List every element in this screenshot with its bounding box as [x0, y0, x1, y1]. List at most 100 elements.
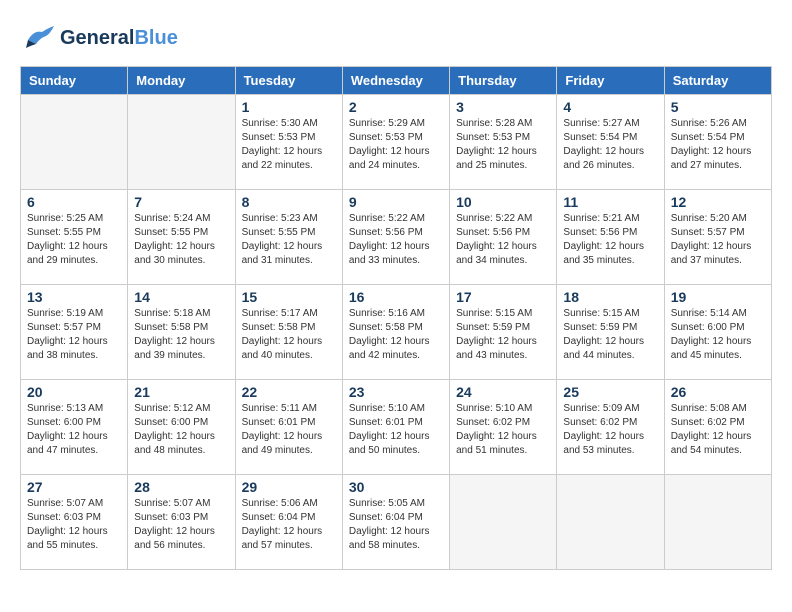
- calendar-cell: 27 Sunrise: 5:07 AM Sunset: 6:03 PM Dayli…: [21, 475, 128, 570]
- day-number: 18: [563, 289, 657, 305]
- day-info: Sunrise: 5:10 AM Sunset: 6:01 PM Dayligh…: [349, 402, 443, 458]
- day-header-tuesday: Tuesday: [235, 67, 342, 95]
- calendar-cell: 30Sunrise: 5:05 AM Sunset: 6:04 PM Dayli…: [342, 475, 449, 570]
- day-number: 1: [242, 99, 336, 115]
- calendar-cell: [21, 95, 128, 190]
- day-number: 14: [134, 289, 228, 305]
- day-info: Sunrise: 5:26 AM Sunset: 5:54 PM Dayligh…: [671, 117, 765, 173]
- day-number: 7: [134, 194, 228, 210]
- week-row-2: 13 Sunrise: 5:19 AM Sunset: 5:57 PM Dayli…: [21, 285, 772, 380]
- header: GeneralBlue: [20, 20, 772, 56]
- day-info: Sunrise: 5:18 AM Sunset: 5:58 PM Dayligh…: [134, 307, 228, 363]
- calendar-cell: 10 Sunrise: 5:22 AM Sunset: 5:56 PM Dayli…: [450, 190, 557, 285]
- day-number: 13: [27, 289, 121, 305]
- day-info: Sunrise: 5:14 AM Sunset: 6:00 PM Dayligh…: [671, 307, 765, 363]
- day-number: 29: [242, 479, 336, 495]
- calendar: SundayMondayTuesdayWednesdayThursdayFrid…: [20, 66, 772, 570]
- day-info: Sunrise: 5:15 AM Sunset: 5:59 PM Dayligh…: [456, 307, 550, 363]
- day-number: 21: [134, 384, 228, 400]
- day-info: Sunrise: 5:07 AM Sunset: 6:03 PM Dayligh…: [134, 497, 228, 553]
- calendar-cell: [664, 475, 771, 570]
- week-row-0: 1 Sunrise: 5:30 AM Sunset: 5:53 PM Daylig…: [21, 95, 772, 190]
- day-number: 20: [27, 384, 121, 400]
- calendar-cell: 17 Sunrise: 5:15 AM Sunset: 5:59 PM Dayli…: [450, 285, 557, 380]
- day-info: Sunrise: 5:07 AM Sunset: 6:03 PM Dayligh…: [27, 497, 121, 553]
- calendar-cell: 1 Sunrise: 5:30 AM Sunset: 5:53 PM Daylig…: [235, 95, 342, 190]
- day-number: 15: [242, 289, 336, 305]
- day-info: Sunrise: 5:11 AM Sunset: 6:01 PM Dayligh…: [242, 402, 336, 458]
- logo: GeneralBlue: [20, 20, 178, 56]
- calendar-cell: 13 Sunrise: 5:19 AM Sunset: 5:57 PM Dayli…: [21, 285, 128, 380]
- day-info: Sunrise: 5:30 AM Sunset: 5:53 PM Dayligh…: [242, 117, 336, 173]
- day-info: Sunrise: 5:22 AM Sunset: 5:56 PM Dayligh…: [349, 212, 443, 268]
- day-info: Sunrise: 5:24 AM Sunset: 5:55 PM Dayligh…: [134, 212, 228, 268]
- calendar-cell: 8Sunrise: 5:23 AM Sunset: 5:55 PM Daylig…: [235, 190, 342, 285]
- day-info: Sunrise: 5:22 AM Sunset: 5:56 PM Dayligh…: [456, 212, 550, 268]
- day-info: Sunrise: 5:08 AM Sunset: 6:02 PM Dayligh…: [671, 402, 765, 458]
- day-number: 30: [349, 479, 443, 495]
- logo-text: GeneralBlue: [60, 27, 178, 50]
- day-info: Sunrise: 5:13 AM Sunset: 6:00 PM Dayligh…: [27, 402, 121, 458]
- week-row-3: 20 Sunrise: 5:13 AM Sunset: 6:00 PM Dayli…: [21, 380, 772, 475]
- day-info: Sunrise: 5:09 AM Sunset: 6:02 PM Dayligh…: [563, 402, 657, 458]
- calendar-cell: 29 Sunrise: 5:06 AM Sunset: 6:04 PM Dayli…: [235, 475, 342, 570]
- calendar-cell: 14 Sunrise: 5:18 AM Sunset: 5:58 PM Dayli…: [128, 285, 235, 380]
- calendar-cell: 24 Sunrise: 5:10 AM Sunset: 6:02 PM Dayli…: [450, 380, 557, 475]
- day-info: Sunrise: 5:06 AM Sunset: 6:04 PM Dayligh…: [242, 497, 336, 553]
- day-number: 9: [349, 194, 443, 210]
- calendar-cell: 22 Sunrise: 5:11 AM Sunset: 6:01 PM Dayli…: [235, 380, 342, 475]
- day-info: Sunrise: 5:25 AM Sunset: 5:55 PM Dayligh…: [27, 212, 121, 268]
- day-number: 10: [456, 194, 550, 210]
- day-info: Sunrise: 5:17 AM Sunset: 5:58 PM Dayligh…: [242, 307, 336, 363]
- calendar-cell: 9 Sunrise: 5:22 AM Sunset: 5:56 PM Daylig…: [342, 190, 449, 285]
- day-number: 12: [671, 194, 765, 210]
- calendar-cell: [557, 475, 664, 570]
- day-number: 25: [563, 384, 657, 400]
- day-number: 24: [456, 384, 550, 400]
- calendar-cell: 18 Sunrise: 5:15 AM Sunset: 5:59 PM Dayli…: [557, 285, 664, 380]
- calendar-cell: 25 Sunrise: 5:09 AM Sunset: 6:02 PM Dayli…: [557, 380, 664, 475]
- day-number: 26: [671, 384, 765, 400]
- day-number: 28: [134, 479, 228, 495]
- day-info: Sunrise: 5:15 AM Sunset: 5:59 PM Dayligh…: [563, 307, 657, 363]
- day-info: Sunrise: 5:16 AM Sunset: 5:58 PM Dayligh…: [349, 307, 443, 363]
- calendar-cell: 12Sunrise: 5:20 AM Sunset: 5:57 PM Dayli…: [664, 190, 771, 285]
- day-number: 16: [349, 289, 443, 305]
- calendar-cell: 26 Sunrise: 5:08 AM Sunset: 6:02 PM Dayli…: [664, 380, 771, 475]
- day-number: 17: [456, 289, 550, 305]
- calendar-cell: 4 Sunrise: 5:27 AM Sunset: 5:54 PM Daylig…: [557, 95, 664, 190]
- calendar-cell: 23 Sunrise: 5:10 AM Sunset: 6:01 PM Dayli…: [342, 380, 449, 475]
- day-number: 2: [349, 99, 443, 115]
- calendar-cell: 11 Sunrise: 5:21 AM Sunset: 5:56 PM Dayli…: [557, 190, 664, 285]
- calendar-header-row: SundayMondayTuesdayWednesdayThursdayFrid…: [21, 67, 772, 95]
- day-number: 5: [671, 99, 765, 115]
- calendar-cell: 2 Sunrise: 5:29 AM Sunset: 5:53 PM Daylig…: [342, 95, 449, 190]
- day-number: 4: [563, 99, 657, 115]
- day-header-monday: Monday: [128, 67, 235, 95]
- calendar-cell: 5 Sunrise: 5:26 AM Sunset: 5:54 PM Daylig…: [664, 95, 771, 190]
- day-info: Sunrise: 5:28 AM Sunset: 5:53 PM Dayligh…: [456, 117, 550, 173]
- week-row-1: 6Sunrise: 5:25 AM Sunset: 5:55 PM Daylig…: [21, 190, 772, 285]
- calendar-cell: 19Sunrise: 5:14 AM Sunset: 6:00 PM Dayli…: [664, 285, 771, 380]
- day-info: Sunrise: 5:12 AM Sunset: 6:00 PM Dayligh…: [134, 402, 228, 458]
- day-number: 11: [563, 194, 657, 210]
- day-number: 27: [27, 479, 121, 495]
- day-number: 23: [349, 384, 443, 400]
- day-info: Sunrise: 5:19 AM Sunset: 5:57 PM Dayligh…: [27, 307, 121, 363]
- day-info: Sunrise: 5:21 AM Sunset: 5:56 PM Dayligh…: [563, 212, 657, 268]
- day-info: Sunrise: 5:27 AM Sunset: 5:54 PM Dayligh…: [563, 117, 657, 173]
- day-info: Sunrise: 5:29 AM Sunset: 5:53 PM Dayligh…: [349, 117, 443, 173]
- week-row-4: 27 Sunrise: 5:07 AM Sunset: 6:03 PM Dayli…: [21, 475, 772, 570]
- calendar-cell: 16 Sunrise: 5:16 AM Sunset: 5:58 PM Dayli…: [342, 285, 449, 380]
- calendar-cell: 6Sunrise: 5:25 AM Sunset: 5:55 PM Daylig…: [21, 190, 128, 285]
- calendar-cell: [450, 475, 557, 570]
- calendar-body: 1 Sunrise: 5:30 AM Sunset: 5:53 PM Daylig…: [21, 95, 772, 570]
- day-number: 3: [456, 99, 550, 115]
- calendar-cell: 3 Sunrise: 5:28 AM Sunset: 5:53 PM Daylig…: [450, 95, 557, 190]
- day-header-wednesday: Wednesday: [342, 67, 449, 95]
- calendar-cell: 20 Sunrise: 5:13 AM Sunset: 6:00 PM Dayli…: [21, 380, 128, 475]
- day-number: 8: [242, 194, 336, 210]
- day-header-saturday: Saturday: [664, 67, 771, 95]
- day-info: Sunrise: 5:10 AM Sunset: 6:02 PM Dayligh…: [456, 402, 550, 458]
- day-number: 22: [242, 384, 336, 400]
